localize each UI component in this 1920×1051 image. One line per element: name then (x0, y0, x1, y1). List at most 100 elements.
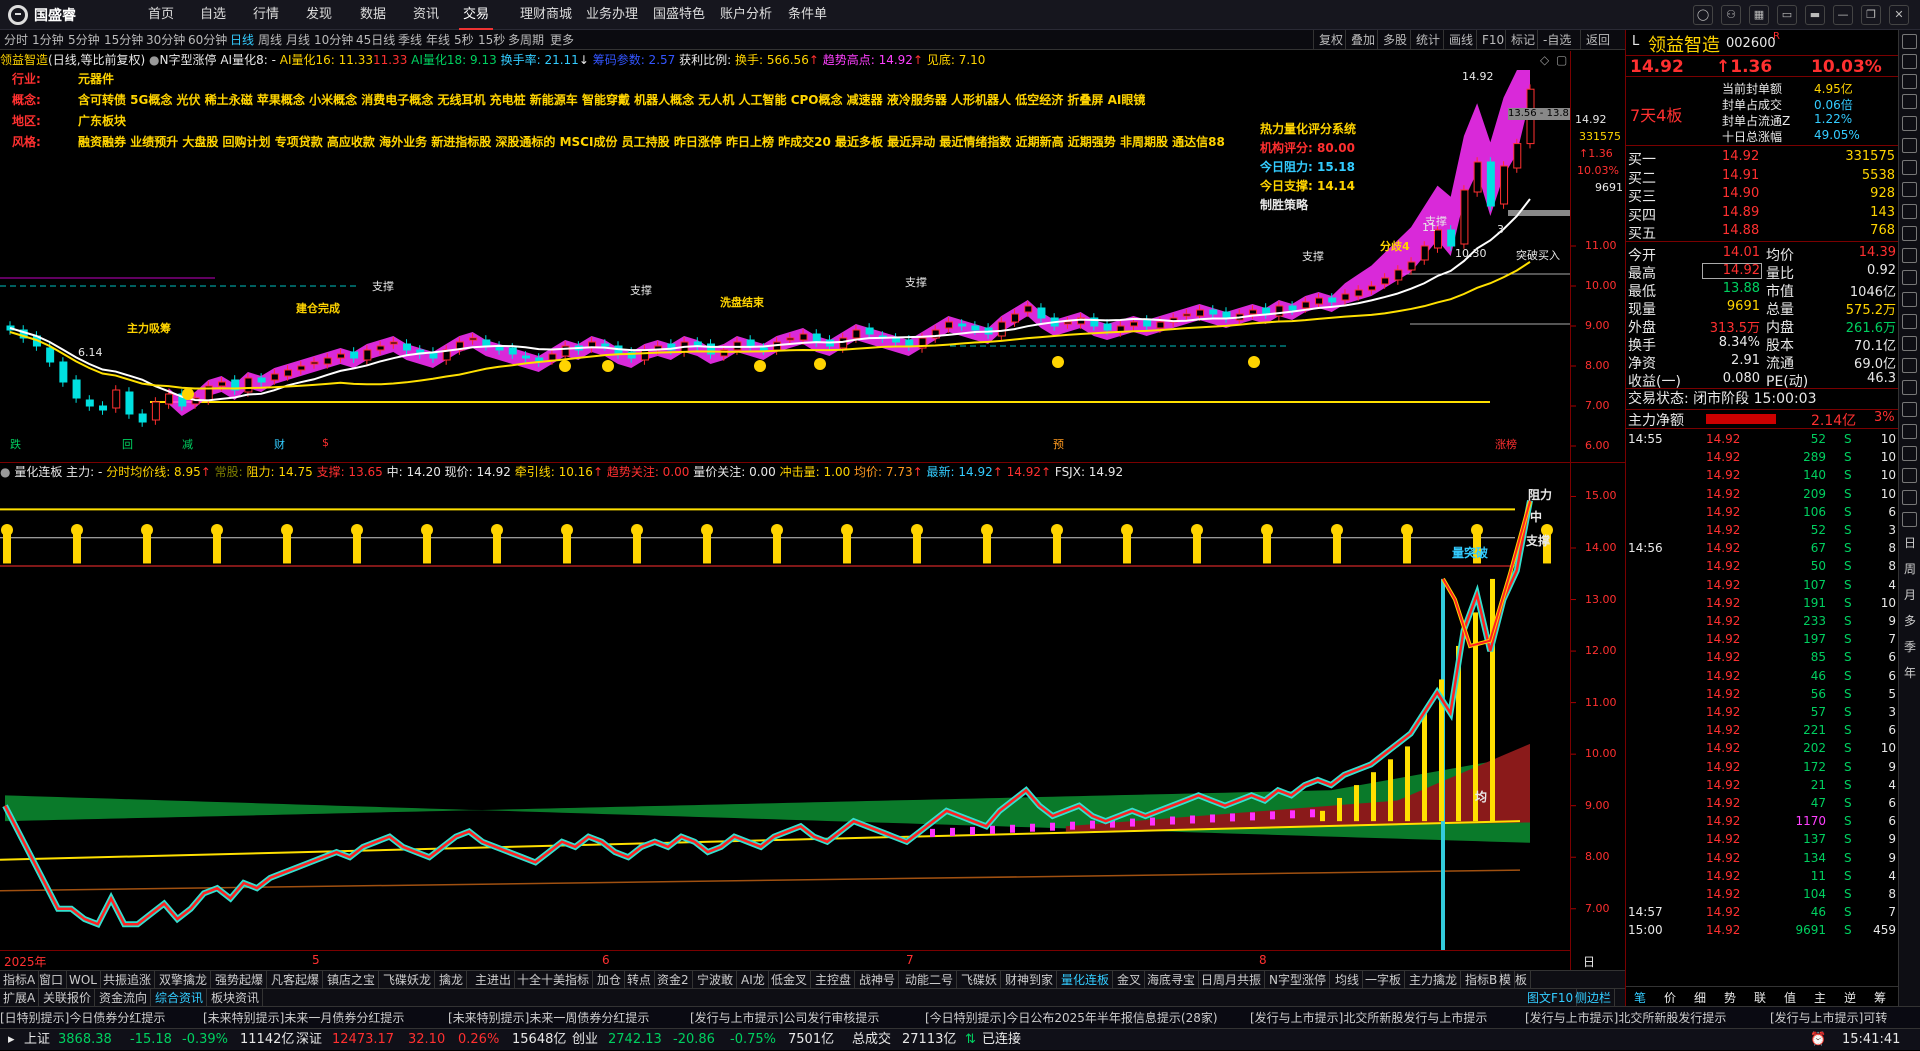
info-tab-2[interactable]: 资金流向 (96, 989, 152, 1007)
skin-icon[interactable]: ▦ (1749, 5, 1769, 25)
panel-close-icon[interactable]: ▢ (1556, 51, 1567, 69)
indicator-tab-23[interactable]: 量化连板 (1058, 971, 1114, 989)
tool-0[interactable]: 复权 (1313, 30, 1348, 50)
kdj-icon[interactable] (1902, 358, 1917, 373)
menu-5[interactable]: 资讯 (405, 0, 447, 30)
indicator-tab-18[interactable]: 主控盘 (812, 971, 856, 989)
news-item-5[interactable]: [发行与上市提示]北交所新股发行与上市提示 (1250, 1007, 1487, 1028)
event-tag-rise-list[interactable]: 涨榜 (1495, 436, 1517, 452)
panel-settings-icon[interactable]: ◇ (1540, 51, 1549, 69)
info-tab-0[interactable]: 扩展A (0, 989, 40, 1007)
tool-4[interactable]: 画线 (1443, 30, 1478, 50)
event-tag-forecast[interactable]: 预 (1053, 436, 1064, 452)
macd-icon[interactable] (1902, 380, 1917, 395)
news-item-6[interactable]: [发行与上市提示]北交所新股发行提示 (1525, 1007, 1726, 1028)
menu-9[interactable]: 国盛特色 (645, 0, 713, 30)
indicator-tab-11[interactable]: 十全十美指标 (514, 971, 594, 989)
obv-icon[interactable] (1902, 424, 1917, 439)
news-item-0[interactable]: [日特别提示]今日债券分红提示 (0, 1007, 165, 1028)
indicator-name[interactable]: 量化连板 (14, 465, 62, 479)
event-tag-buyback[interactable]: 回 (122, 436, 133, 452)
indicator-tab-27[interactable]: N字型涨停 (1266, 971, 1330, 989)
indicator-circle-icon[interactable]: ● (0, 465, 10, 479)
indicator-tab-26[interactable]: 日周月共振 (1198, 971, 1266, 989)
tick-list[interactable]: 14:55 14.92 52 S 10 14.92 289 S 10 14.92 140 S 10 14.… (1626, 430, 1899, 986)
menu-3[interactable]: 发现 (298, 0, 340, 30)
layout-icon[interactable]: ▭ (1777, 5, 1797, 25)
side-text-0[interactable]: 日 (1903, 535, 1917, 551)
list-icon[interactable] (1902, 94, 1917, 109)
indicator-tab-4[interactable]: 双擎擒龙 (156, 971, 212, 989)
indicator-tab-1[interactable]: 窗口 (36, 971, 68, 989)
event-tag-reduce[interactable]: 减 (182, 436, 193, 452)
menu-7[interactable]: 理财商城 (512, 0, 580, 30)
candle-icon[interactable] (1902, 182, 1917, 197)
indicator-tab-24[interactable]: 金叉 (1114, 971, 1146, 989)
indicator-tab-13[interactable]: 转点 (624, 971, 656, 989)
user-icon[interactable]: ⚇ (1721, 5, 1741, 25)
doc-icon[interactable] (1902, 54, 1917, 69)
news-item-1[interactable]: [未来特别提示]未来一月债券分红提示 (203, 1007, 404, 1028)
info-tab-3[interactable]: 综合资讯 (152, 989, 208, 1007)
formula-circle-icon[interactable]: ● (149, 53, 159, 67)
grid-icon[interactable] (1902, 74, 1917, 89)
indicator-chart-panel[interactable]: 阻力 中 支撑 量突破 均 (0, 481, 1570, 950)
quote-tab-8[interactable]: 筹 (1874, 989, 1886, 1006)
period-2[interactable]: 5分钟 (68, 30, 100, 50)
bias-icon[interactable] (1902, 490, 1917, 505)
quote-tab-7[interactable]: 逆 (1844, 989, 1856, 1006)
tool-6[interactable]: 标记 (1505, 30, 1540, 50)
indicator-tab-9[interactable]: 擒龙 (436, 971, 468, 989)
menu-1[interactable]: 自选 (192, 0, 234, 30)
f10-tab[interactable]: 图文F10 (1524, 989, 1578, 1007)
indicator-tab-29[interactable]: 一字板 (1362, 971, 1406, 989)
indicator-tab-0[interactable]: 指标A (0, 971, 40, 989)
indicator-tab-10[interactable]: 主进出 (472, 971, 516, 989)
indicator-tab-25[interactable]: 海底寻宝 (1144, 971, 1200, 989)
sz-label[interactable]: 深证 (296, 1029, 322, 1051)
side-text-3[interactable]: 多 (1903, 613, 1917, 629)
cy-label[interactable]: 创业 (572, 1029, 598, 1051)
chart-icon[interactable] (1902, 116, 1917, 131)
alarm-icon[interactable]: ⏰ (1810, 1029, 1826, 1051)
compare-icon[interactable] (1902, 204, 1917, 219)
event-tag-finance[interactable]: 财 (274, 436, 285, 452)
side-text-4[interactable]: 季 (1903, 639, 1917, 655)
sidebar-tab[interactable]: 侧边栏 (1572, 989, 1616, 1007)
menu-11[interactable]: 条件单 (780, 0, 835, 30)
news-item-2[interactable]: [未来特别提示]未来一周债券分红提示 (448, 1007, 649, 1028)
up-arrow-icon[interactable] (1902, 34, 1917, 49)
minimize-window-icon[interactable]: — (1833, 5, 1853, 25)
period-1[interactable]: 1分钟 (32, 30, 64, 50)
period-4[interactable]: 30分钟 (146, 30, 185, 50)
period-6[interactable]: 日线 (230, 30, 254, 50)
period-8[interactable]: 月线 (286, 30, 310, 50)
period-13[interactable]: 5秒 (454, 30, 474, 50)
news-item-4[interactable]: [今日特别提示]今日公布2025年半年报信息提示(28家) (925, 1007, 1218, 1028)
period-14[interactable]: 15秒 (478, 30, 505, 50)
period-15[interactable]: 多周期 (508, 30, 544, 50)
period-9[interactable]: 10分钟 (314, 30, 353, 50)
quote-tab-4[interactable]: 联 (1754, 989, 1766, 1006)
period-16[interactable]: 更多 (550, 30, 574, 50)
indicator-tab-5[interactable]: 强势起爆 (212, 971, 268, 989)
people-icon[interactable] (1902, 270, 1917, 285)
candlestick-chart-panel[interactable]: 行业: 元器件 概念: 含可转债 5G概念 光伏 稀土永磁 苹果概念 小米概念 消费… (0, 11, 1570, 462)
indicator-tab-12[interactable]: 加仓 (594, 971, 626, 989)
indicator-tab-22[interactable]: 财神到家 (1002, 971, 1058, 989)
indicator-tab-16[interactable]: AI龙 (738, 971, 769, 989)
minimize-icon[interactable]: ▬ (1805, 5, 1825, 25)
table-icon[interactable] (1902, 138, 1917, 153)
quote-tab-0[interactable]: 笔 (1634, 989, 1646, 1006)
indicator-tab-2[interactable]: WOL (66, 971, 101, 989)
cross-icon[interactable] (1902, 248, 1917, 263)
indicator-tab-20[interactable]: 动能二号 (902, 971, 958, 989)
indicator-tab-6[interactable]: 凡客起爆 (268, 971, 324, 989)
tool-7[interactable]: -自选 (1537, 30, 1576, 50)
info-tab-4[interactable]: 板块资讯 (208, 989, 264, 1007)
maximize-icon[interactable]: ❐ (1861, 5, 1881, 25)
bar-icon[interactable] (1902, 160, 1917, 175)
indicator-tab-21[interactable]: 飞碟妖 (958, 971, 1002, 989)
menu-2[interactable]: 行情 (245, 0, 287, 30)
wr-icon[interactable] (1902, 512, 1917, 527)
